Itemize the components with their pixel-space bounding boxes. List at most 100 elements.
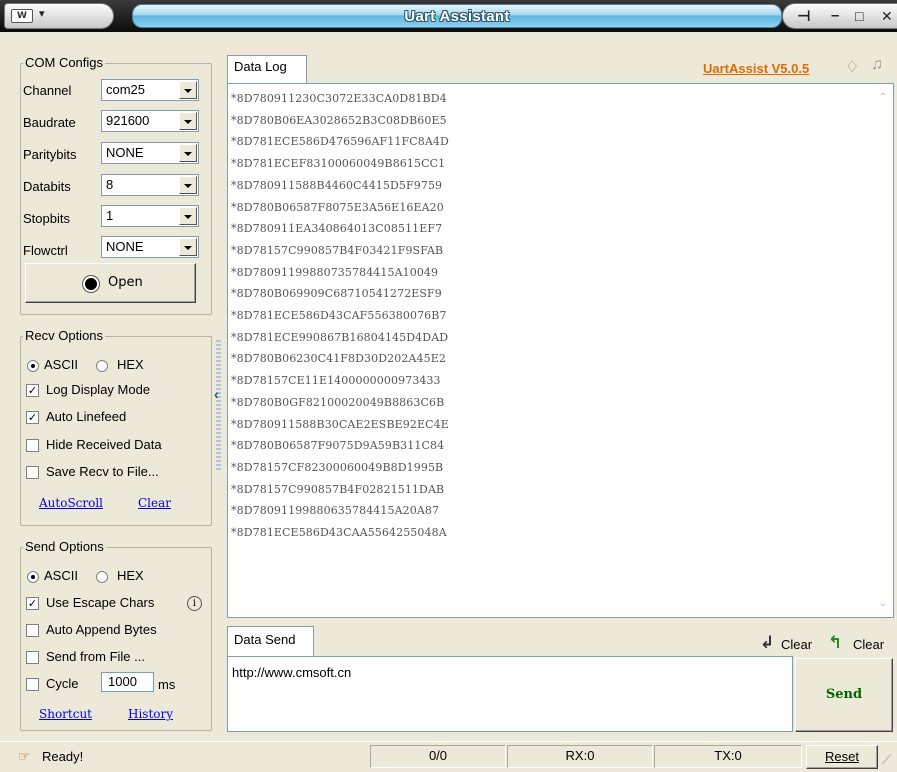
panel-splitter[interactable] (216, 338, 221, 470)
send-textarea[interactable]: http://www.cmsoft.cn (227, 656, 793, 732)
chevron-down-icon[interactable] (179, 238, 197, 256)
stopbits-select[interactable]: 1 (101, 205, 199, 227)
log-line: *8D78157C990857B4F03421F9SFAB (231, 243, 444, 257)
auto-linefeed-label: Auto Linefeed (46, 409, 127, 424)
send-hex-label: HEX (117, 568, 144, 583)
recv-clear-link[interactable]: Clear (138, 496, 171, 510)
send-ascii-radio[interactable] (27, 571, 39, 583)
counter-cell: 0/0 (370, 745, 506, 768)
reset-button-label: Reset (825, 749, 859, 764)
log-line: *8D780911588B30CAE2ESBE92EC4E (231, 417, 449, 431)
close-icon[interactable]: ✕ (881, 8, 893, 25)
chevron-down-icon[interactable] (179, 112, 197, 130)
baudrate-value: 921600 (106, 113, 150, 128)
open-button[interactable]: Open (25, 263, 196, 303)
scroll-up-icon[interactable]: ⌃ (879, 92, 887, 103)
rx-value: RX:0 (565, 748, 595, 763)
tx-cell: TX:0 (654, 745, 802, 768)
pin-icon[interactable]: ⊣ (797, 7, 811, 25)
minimize-icon[interactable]: – (831, 7, 839, 24)
system-menu-button[interactable]: W ▾ (4, 3, 114, 29)
chevron-down-icon[interactable] (179, 81, 197, 99)
hide-received-label: Hide Received Data (46, 437, 162, 452)
system-menu-icon: W (11, 9, 33, 23)
tab-data-send[interactable]: Data Send (227, 626, 314, 656)
window-controls: ⊣ – □ ✕ (782, 3, 897, 29)
version-link[interactable]: UartAssist V5.0.5 (703, 61, 809, 76)
bell-icon[interactable]: ♫ (871, 56, 883, 74)
status-text: Ready! (42, 749, 84, 764)
shortcut-link[interactable]: Shortcut (39, 707, 92, 721)
log-line: *8D780B06EA3028652B3C08DB60E5 (231, 113, 447, 127)
title-bar: W ▾ Uart Assistant ⊣ – □ ✕ (0, 0, 897, 32)
clear-arrow-up-icon[interactable]: ↰ (828, 633, 842, 653)
rx-cell: RX:0 (507, 745, 653, 768)
port-status-icon (83, 276, 99, 292)
log-line: *8D780911998806357844​15A20A87 (231, 504, 440, 518)
chevron-down-icon[interactable] (179, 207, 197, 225)
save-recv-label: Save Recv to File... (46, 464, 159, 479)
send-button-label: Send (825, 687, 863, 702)
cycle-interval-input[interactable]: 1000 (101, 672, 154, 692)
resize-grip-icon[interactable]: ⟋ (882, 752, 891, 768)
maximize-icon[interactable]: □ (855, 8, 863, 24)
log-line: *8D781ECE586D476596AF11FC8A4D (231, 135, 449, 149)
clear-send-button[interactable]: Clear (781, 637, 812, 652)
log-line: *8D78157C990857B4F02821511DAB (231, 482, 445, 496)
send-button[interactable]: Send (795, 658, 893, 732)
cycle-unit-label: ms (158, 677, 176, 692)
parity-select[interactable]: NONE (101, 142, 199, 164)
flowctrl-select[interactable]: NONE (101, 236, 199, 258)
channel-value: com25 (106, 82, 146, 97)
recv-hex-label: HEX (117, 357, 144, 372)
autoscroll-link[interactable]: AutoScroll (39, 496, 103, 510)
log-line: *8D781ECE586D43CAF556380076B7 (231, 309, 447, 323)
cycle-checkbox[interactable] (26, 678, 39, 691)
recv-hex-radio[interactable] (96, 360, 108, 372)
diamond-icon[interactable]: ♢ (845, 57, 859, 77)
reset-button[interactable]: Reset (806, 745, 878, 769)
parity-label: Paritybits (23, 147, 77, 162)
scroll-down-icon[interactable]: ⌄ (879, 598, 887, 609)
log-line: *8D780911230C3072E33CA0D81BD4 (231, 92, 447, 105)
log-display-checkbox[interactable]: ✓ (26, 384, 39, 397)
save-recv-checkbox[interactable] (26, 466, 39, 479)
counter-value: 0/0 (428, 748, 448, 763)
stopbits-label: Stopbits (23, 211, 70, 226)
chevron-down-icon[interactable] (179, 144, 197, 162)
log-line: *8D780B06587F8075E3A56E16EA20 (231, 200, 444, 214)
stopbits-value: 1 (106, 208, 114, 223)
chevron-down-icon[interactable] (179, 176, 197, 194)
com-configs-title: COM Configs (23, 55, 106, 71)
send-file-label: Send from File ... (46, 649, 145, 664)
window-title: Uart Assistant (404, 8, 510, 25)
data-log-area[interactable]: *8D780911230C3072E33CA0D81BD4 *8D780B06E… (227, 83, 894, 618)
log-line: *8D780911588B4460C4415D5F9759 (231, 178, 443, 192)
log-line: *8D780B0GF82100020049B8863C6B (231, 395, 445, 409)
send-text: http://www.cmsoft.cn (232, 665, 352, 680)
baudrate-label: Baudrate (23, 115, 76, 130)
recv-ascii-radio[interactable] (27, 360, 39, 372)
send-hex-radio[interactable] (96, 571, 108, 583)
baudrate-select[interactable]: 921600 (101, 110, 199, 132)
send-file-checkbox[interactable] (26, 651, 39, 664)
history-link[interactable]: History (128, 707, 173, 721)
auto-append-checkbox[interactable] (26, 624, 39, 637)
log-line: *8D780911EA340864013C08511EF7 (231, 222, 443, 236)
send-ascii-label: ASCII (44, 568, 78, 583)
channel-label: Channel (23, 83, 72, 98)
info-icon[interactable]: i (187, 596, 202, 611)
hide-received-checkbox[interactable] (26, 439, 39, 452)
databits-select[interactable]: 8 (101, 174, 199, 196)
log-line: *8D781ECE586D43CAA5564255048A (231, 526, 447, 540)
escape-chars-checkbox[interactable]: ✓ (26, 597, 39, 610)
recv-options-title: Recv Options (23, 328, 106, 344)
channel-select[interactable]: com25 (101, 79, 199, 101)
log-line: *8D780B069909C68710541272ESF9 (231, 287, 442, 301)
collapse-arrow-icon[interactable]: ‹ (214, 386, 219, 402)
clear-arrow-down-icon[interactable]: ↲ (760, 633, 774, 653)
tab-data-log[interactable]: Data Log (227, 55, 307, 83)
data-send-tab-label: Data Send (234, 632, 296, 647)
auto-linefeed-checkbox[interactable]: ✓ (26, 411, 39, 424)
title-caption: Uart Assistant (132, 4, 782, 28)
